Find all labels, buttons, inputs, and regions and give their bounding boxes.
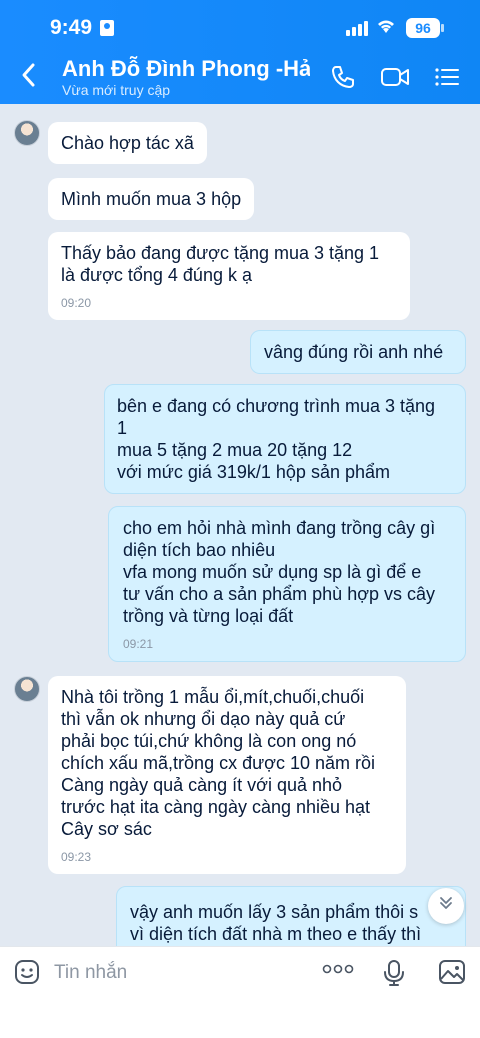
message-bubble[interactable]: Chào hợp tác xã <box>48 122 207 164</box>
message-line: Cây sơ sác <box>61 819 152 839</box>
message-bubble[interactable]: Nhà tôi trồng 1 mẫu ổi,mít,chuối,chuối t… <box>48 676 406 874</box>
phone-icon[interactable] <box>330 64 356 90</box>
message-input-bar: Tin nhắn <box>0 946 480 1038</box>
message-time: 09:21 <box>123 637 154 651</box>
message-line: là được tổng 4 đúng k ạ <box>61 265 252 285</box>
contact-status: Vừa mới truy cập <box>62 82 171 98</box>
message-bubble[interactable]: Mình muốn mua 3 hộp <box>48 178 255 220</box>
message-list[interactable]: Chào hợp tác xã Mình muốn mua 3 hộp Thấy… <box>0 104 480 946</box>
avatar[interactable] <box>14 120 40 146</box>
message-line: vì diện tích đất nhà m theo e thấy thì <box>130 924 422 944</box>
message-line: trước hạt ita càng ngày càng nhiều hạt <box>61 797 371 817</box>
back-arrow-icon[interactable] <box>20 62 36 94</box>
emoji-icon[interactable] <box>14 959 40 985</box>
message-line: Nhà tôi trồng 1 mẫu ổi,mít,chuối,chuối <box>61 687 365 707</box>
more-options-icon[interactable] <box>322 962 354 980</box>
message-line: 1 <box>117 418 128 438</box>
message-bubble[interactable]: vậy anh muốn lấy 3 sản phẩm thôi s vì di… <box>116 886 466 946</box>
message-time: 09:20 <box>61 296 92 310</box>
battery-indicator: 96 <box>406 18 440 38</box>
message-line: chích xấu mã,trồng cx được 10 năm rồi <box>61 753 375 773</box>
message-line: mua 5 tặng 2 mua 20 tặng 12 <box>117 440 353 460</box>
message-bubble[interactable]: vâng đúng rồi anh nhé <box>250 330 466 374</box>
message-line: cho em hỏi nhà mình đang trồng cây gì <box>123 518 436 538</box>
message-line: vfa mong muốn sử dụng sp là gì để e <box>123 562 422 582</box>
battery-tip <box>441 24 444 32</box>
scroll-down-icon[interactable] <box>428 888 464 924</box>
message-input[interactable]: Tin nhắn <box>54 962 127 984</box>
wifi-icon <box>376 18 396 39</box>
message-line: Thấy bảo đang được tặng mua 3 tặng 1 <box>61 243 380 263</box>
microphone-icon[interactable] <box>382 959 406 987</box>
message-line: phải bọc túi,chứ không là con ong nó <box>61 731 357 751</box>
person-status-icon <box>100 20 114 36</box>
message-line: với mức giá 319k/1 hộp sản phẩm <box>117 462 390 482</box>
image-icon[interactable] <box>438 959 466 985</box>
message-bubble[interactable]: Thấy bảo đang được tặng mua 3 tặng 1 là … <box>48 232 410 320</box>
message-line: diện tích bao nhiêu <box>123 540 276 560</box>
message-bubble[interactable]: cho em hỏi nhà mình đang trồng cây gì di… <box>108 506 466 662</box>
message-text: Chào hợp tác xã <box>61 133 194 153</box>
message-line: trồng và từng loại đất <box>123 606 294 626</box>
chat-header: 9:49 96 Anh Đỗ Đình Phong -Hải... Vừa mớ… <box>0 0 480 104</box>
message-bubble[interactable]: bên e đang có chương trình mua 3 tặng 1 … <box>104 384 466 494</box>
video-call-icon[interactable] <box>380 64 410 90</box>
message-line: vậy anh muốn lấy 3 sản phẩm thôi s <box>130 902 419 922</box>
message-text: Mình muốn mua 3 hộp <box>61 189 242 209</box>
message-line: tư vấn cho a sản phẩm phù hợp vs cây <box>123 584 436 604</box>
avatar[interactable] <box>14 676 40 702</box>
message-line: Càng ngày quả càng ít với quả nhỏ <box>61 775 343 795</box>
message-time: 09:23 <box>61 850 92 864</box>
message-line: bên e đang có chương trình mua 3 tặng <box>117 396 436 416</box>
contact-name[interactable]: Anh Đỗ Đình Phong -Hải... <box>62 56 310 82</box>
status-time: 9:49 <box>50 16 93 39</box>
menu-list-icon[interactable] <box>434 64 460 90</box>
message-text: vâng đúng rồi anh nhé <box>264 342 444 362</box>
signal-icon <box>346 20 370 36</box>
message-line: thì vẫn ok nhưng ổi dạo này quả cứ <box>61 709 346 729</box>
